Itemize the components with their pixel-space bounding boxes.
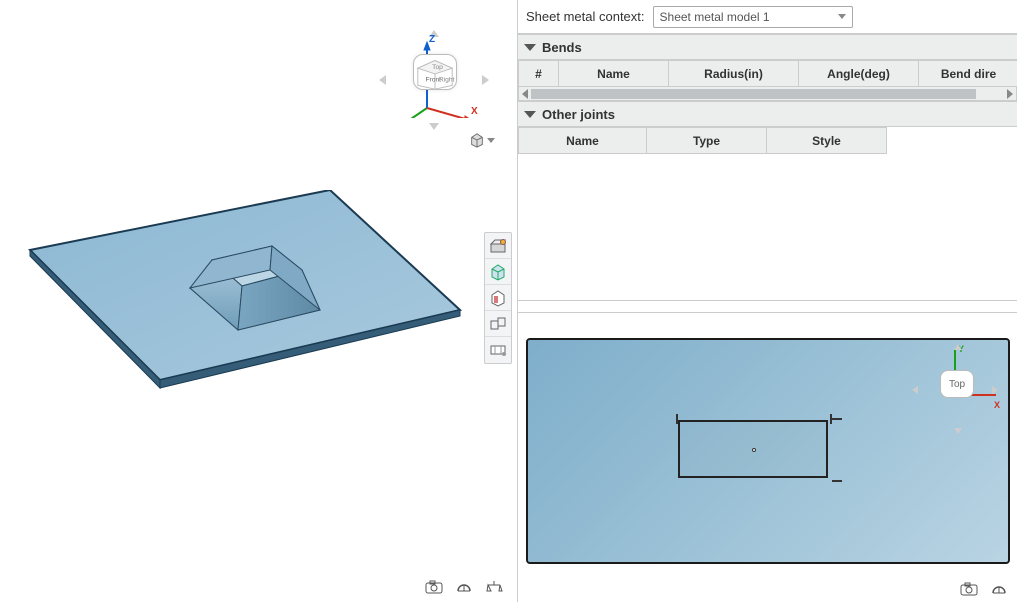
dimension-tick-icon (832, 480, 842, 482)
show-hide-model-button[interactable] (485, 233, 511, 259)
bends-col-angle[interactable]: Angle(deg) (799, 61, 919, 87)
sheet-metal-panel: Sheet metal context: Sheet metal model 1… (517, 0, 1017, 602)
sketch-origin-icon (752, 448, 756, 452)
bends-col-radius[interactable]: Radius(in) (669, 61, 799, 87)
axis-z-label: Z (429, 34, 435, 45)
orbit-left-icon[interactable] (912, 386, 918, 394)
cube-top-label: Top (432, 64, 443, 71)
bends-section-header[interactable]: Bends (518, 34, 1017, 60)
flat-pattern-button[interactable] (485, 337, 511, 363)
bends-table: # Name Radius(in) Angle(deg) Bend dire (518, 60, 1017, 87)
bends-col-name[interactable]: Name (559, 61, 669, 87)
chevron-down-icon (838, 14, 846, 19)
orbit-down-icon[interactable] (429, 123, 439, 130)
joints-col-type[interactable]: Type (647, 128, 767, 154)
view-cube-face[interactable]: Front Right Top (413, 54, 457, 90)
joints-col-style[interactable]: Style (767, 128, 887, 154)
snapshot-icon[interactable] (959, 580, 979, 598)
panel-divider-2 (518, 312, 1017, 313)
view-cube[interactable]: Front Right Top Z X (397, 38, 477, 118)
iso-view-button[interactable] (485, 259, 511, 285)
orbit-right-icon[interactable] (992, 386, 998, 394)
context-select-value: Sheet metal model 1 (660, 10, 770, 24)
chevron-down-icon (524, 111, 536, 118)
chevron-down-icon (487, 138, 495, 143)
unfold-button[interactable] (485, 311, 511, 337)
dimension-tick-icon (676, 414, 678, 424)
joints-section-header[interactable]: Other joints (518, 101, 1017, 127)
flat-pattern-viewport[interactable]: Y X Top (528, 340, 1008, 562)
chevron-down-icon (524, 44, 536, 51)
orbit-up-icon[interactable] (954, 344, 962, 350)
bends-horizontal-scrollbar[interactable] (518, 87, 1017, 101)
right-footer-icons (959, 580, 1009, 598)
orbit-left-icon[interactable] (379, 75, 386, 85)
render-style-dropdown[interactable] (469, 130, 495, 150)
left-3d-viewport[interactable]: Front Right Top Z X (0, 0, 517, 600)
view-toolbar (484, 232, 512, 364)
cube-right-label: Right (439, 77, 455, 84)
bends-col-index[interactable]: # (519, 61, 559, 87)
section-analysis-icon[interactable] (454, 578, 474, 596)
flat-view-cube[interactable]: Y X Top (910, 346, 1000, 436)
left-footer-icons (424, 578, 504, 596)
joints-title: Other joints (542, 107, 615, 122)
axis-x-label: X (471, 106, 478, 117)
orbit-down-icon[interactable] (954, 428, 962, 434)
dimension-tick-icon (832, 418, 842, 420)
bends-title: Bends (542, 40, 582, 55)
sheet-metal-model[interactable] (20, 190, 470, 400)
orbit-right-icon[interactable] (482, 75, 489, 85)
section-view-button[interactable] (485, 285, 511, 311)
scroll-thumb[interactable] (531, 89, 976, 99)
joints-col-name[interactable]: Name (519, 128, 647, 154)
snapshot-icon[interactable] (424, 578, 444, 596)
panel-divider (518, 300, 1017, 301)
scroll-left-icon[interactable] (522, 89, 528, 99)
joints-header-row: Name Type Style (519, 128, 887, 154)
bends-col-direction[interactable]: Bend dire (919, 61, 1017, 87)
scroll-right-icon[interactable] (1007, 89, 1013, 99)
context-select[interactable]: Sheet metal model 1 (653, 6, 853, 28)
bends-header-row: # Name Radius(in) Angle(deg) Bend dire (519, 61, 1017, 87)
context-row: Sheet metal context: Sheet metal model 1 (518, 0, 1017, 34)
joints-table: Name Type Style (518, 127, 887, 154)
mass-props-icon[interactable] (484, 578, 504, 596)
context-label: Sheet metal context: (526, 9, 645, 24)
section-analysis-icon[interactable] (989, 580, 1009, 598)
